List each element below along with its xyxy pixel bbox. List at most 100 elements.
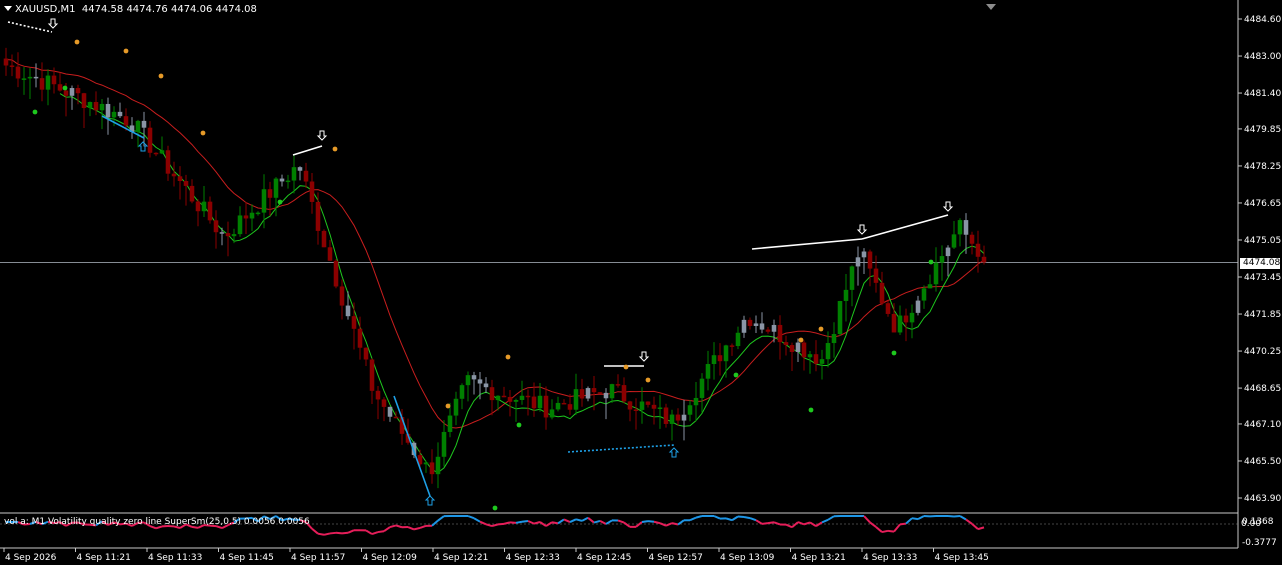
candle-body xyxy=(681,414,687,421)
candle-body xyxy=(27,76,33,79)
candle-body xyxy=(651,404,657,409)
signal-dot xyxy=(798,337,804,343)
time-label: 4 Sep 11:21 xyxy=(77,553,131,563)
signal-dot xyxy=(623,364,629,370)
indicator-line xyxy=(389,524,397,529)
signal-dot xyxy=(733,372,739,378)
indicator-line xyxy=(503,521,511,525)
indicator-line xyxy=(665,522,673,527)
time-label: 4 Sep 11:45 xyxy=(220,553,274,563)
signal-dot xyxy=(928,259,934,265)
signal-dot xyxy=(277,199,283,205)
price-chart[interactable]: 4484.60 4483.00 4481.40 4479.85 4478.25 4476.… xyxy=(0,0,1282,565)
candle-body xyxy=(603,392,609,399)
candle-body xyxy=(333,260,339,287)
price-label: 4484.60 xyxy=(1244,15,1281,25)
candle-body xyxy=(33,76,39,79)
indicator-line xyxy=(371,531,379,536)
candle-body xyxy=(825,343,831,360)
divergence-line xyxy=(567,444,675,453)
indicator-line xyxy=(485,523,493,527)
signal-dot xyxy=(516,422,522,428)
candle-body xyxy=(687,405,693,415)
candle-body xyxy=(273,178,279,198)
candle-body xyxy=(159,150,165,154)
time-label: 4 Sep 2026 xyxy=(5,553,57,563)
candle-body xyxy=(147,127,153,153)
indicator-line xyxy=(725,517,733,522)
time-label: 4 Sep 12:21 xyxy=(434,553,488,563)
candle-body xyxy=(297,167,303,171)
candle-body xyxy=(9,65,15,67)
indicator-line xyxy=(395,524,403,529)
candle-body xyxy=(3,58,9,66)
indicator-line xyxy=(377,530,385,534)
candle-body xyxy=(597,392,603,394)
candle-body xyxy=(447,415,453,432)
candle-body xyxy=(501,395,507,398)
indicator-line xyxy=(893,523,901,533)
indicator-line xyxy=(671,522,679,526)
time-label: 4 Sep 13:33 xyxy=(863,553,917,563)
candle-body xyxy=(243,215,249,219)
indicator-line xyxy=(743,516,751,520)
indicator-line xyxy=(755,519,763,525)
signal-dot xyxy=(332,146,338,152)
candle-body xyxy=(729,345,735,347)
candle-body xyxy=(921,288,927,301)
collapse-triangle-icon[interactable] xyxy=(4,6,12,11)
candle-body xyxy=(45,75,51,90)
candle-body xyxy=(441,431,447,457)
candle-body xyxy=(771,324,777,332)
candle-body xyxy=(723,345,729,362)
indicator-line xyxy=(431,519,439,527)
candle-body xyxy=(759,323,765,330)
indicator-line xyxy=(329,531,337,535)
indicator-line xyxy=(773,521,781,526)
candle-body xyxy=(627,401,633,410)
candle-body xyxy=(249,212,255,219)
candle-body xyxy=(873,268,879,283)
candle-body xyxy=(345,305,351,317)
candle-body xyxy=(489,387,495,401)
candle-body xyxy=(855,257,861,267)
indicator-line xyxy=(635,521,643,528)
indicator-line xyxy=(785,523,793,529)
chart-shift-icon[interactable] xyxy=(986,4,996,10)
indicator-line xyxy=(959,515,967,521)
candle-body xyxy=(459,385,465,399)
price-label: 4481.40 xyxy=(1244,89,1281,99)
candle-body xyxy=(951,234,957,248)
candle-body xyxy=(747,319,753,326)
indicator-line xyxy=(599,520,607,525)
indicator-line xyxy=(521,519,529,523)
price-label: 4467.10 xyxy=(1244,420,1281,430)
divergence-line xyxy=(751,238,863,250)
arrow-up-icon xyxy=(424,495,436,506)
price-label: 4476.65 xyxy=(1244,199,1281,209)
candle-body xyxy=(231,234,237,237)
candle-body xyxy=(381,399,387,407)
candle-body xyxy=(531,396,537,409)
candle-body xyxy=(585,388,591,399)
candle-body xyxy=(351,316,357,329)
arrow-down-icon xyxy=(316,130,328,141)
trading-chart-window[interactable]: 4484.60 4483.00 4481.40 4479.85 4478.25 4476.… xyxy=(0,0,1282,565)
candle-body xyxy=(885,303,891,314)
indicator-line xyxy=(899,522,907,526)
candle-body xyxy=(477,379,483,384)
signal-dot xyxy=(123,48,129,54)
candle-body xyxy=(537,395,543,409)
signal-dot xyxy=(645,377,651,383)
indicator-line xyxy=(869,521,877,528)
signal-dot xyxy=(818,326,824,332)
price-label: 4479.85 xyxy=(1244,125,1281,135)
candle-body xyxy=(801,342,807,358)
price-label: 4471.85 xyxy=(1244,310,1281,320)
candle-body xyxy=(285,180,291,183)
signal-dot xyxy=(808,407,814,413)
indicator-line xyxy=(749,517,757,522)
indicator-line xyxy=(653,520,661,525)
candle-body xyxy=(369,359,375,391)
candle-body xyxy=(141,120,147,128)
